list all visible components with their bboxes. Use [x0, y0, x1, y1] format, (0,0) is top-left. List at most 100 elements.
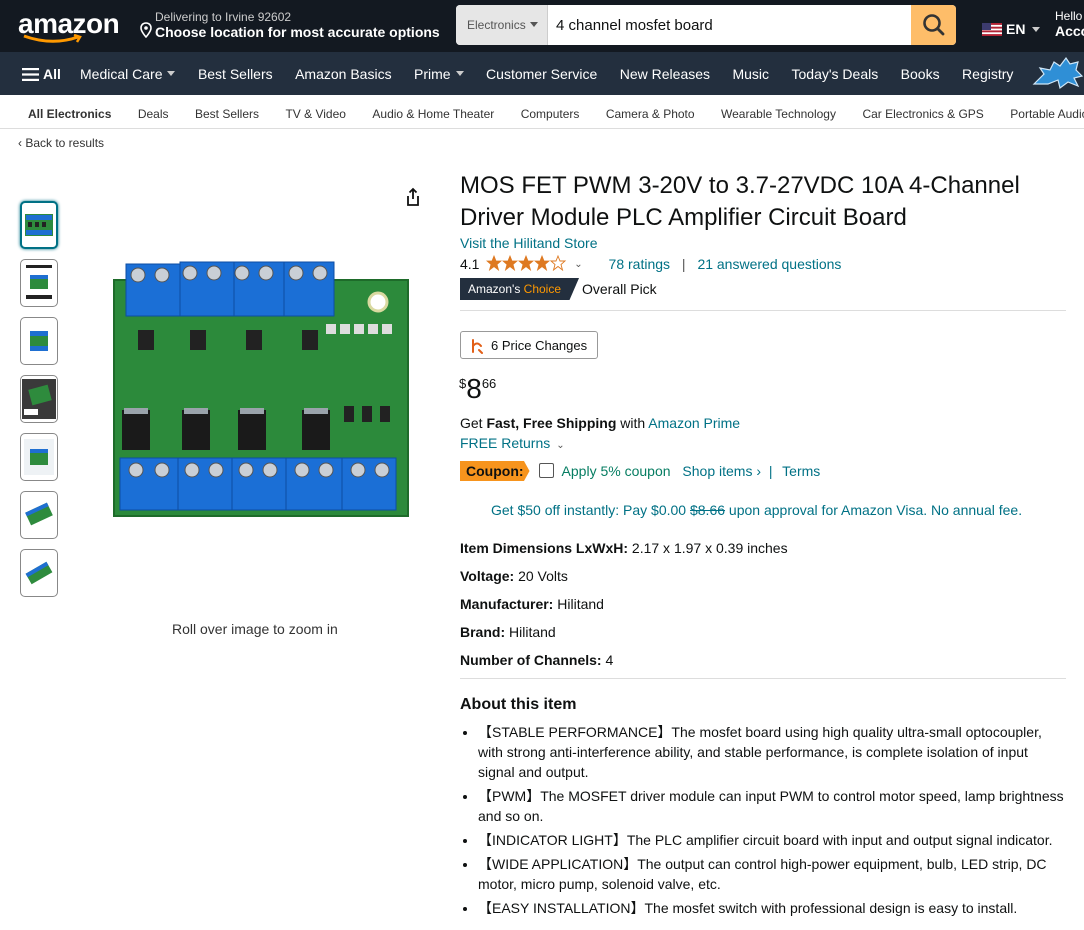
account-menu[interactable]: Hello Acco [1055, 9, 1084, 39]
subnav-item-best-sellers[interactable]: Best Sellers [195, 107, 259, 121]
thumbnail-7[interactable] [20, 549, 58, 597]
ratings-count-link[interactable]: 78 ratings [609, 256, 670, 272]
coupon-checkbox[interactable] [539, 463, 555, 478]
top-nav-bar: amazon Delivering to Irvine 92602 Choose… [0, 0, 1084, 52]
spec-value: 4 [605, 652, 614, 668]
spec-row: Manufacturer: Hilitand [460, 596, 788, 624]
nav-item-todays-deals[interactable]: Today's Deals [792, 66, 879, 82]
all-menu-button[interactable]: All [22, 66, 61, 82]
hello-label: Hello [1055, 9, 1083, 23]
star-rating-icon[interactable] [486, 255, 568, 271]
rating-value: 4.1 [460, 256, 480, 272]
sub-nav-items: All Electronics Deals Best Sellers TV & … [28, 105, 1084, 123]
thumbnail-3[interactable] [20, 317, 58, 365]
lions-logo-icon[interactable] [1030, 54, 1084, 92]
spec-row: Number of Channels: 4 [460, 652, 788, 680]
amazons-choice-label: Amazon's Choice [460, 278, 580, 300]
spec-value: Hilitand [509, 624, 556, 640]
search-icon [923, 14, 945, 36]
share-icon[interactable] [402, 186, 424, 208]
search-button[interactable] [911, 5, 956, 45]
nav-item-prime[interactable]: Prime [414, 66, 464, 82]
subnav-item-tv-video[interactable]: TV & Video [285, 107, 345, 121]
nav-item-amazon-basics[interactable]: Amazon Basics [295, 66, 391, 82]
shipping-info: Get Fast, Free Shipping with Amazon Prim… [460, 415, 740, 431]
search-bar: Electronics [456, 5, 956, 45]
nav-item-registry[interactable]: Registry [962, 66, 1013, 82]
nav-item-best-sellers[interactable]: Best Sellers [198, 66, 273, 82]
thumbnail-6[interactable] [20, 491, 58, 539]
spec-label: Brand: [460, 624, 506, 640]
store-link[interactable]: Visit the Hilitand Store [460, 235, 597, 251]
nav-item-music[interactable]: Music [732, 66, 769, 82]
nav-item-books[interactable]: Books [901, 66, 940, 82]
visa-offer-link[interactable]: Get $50 off instantly: Pay $0.00 $8.66 u… [491, 502, 1022, 518]
nav-item-customer-service[interactable]: Customer Service [486, 66, 597, 82]
subnav-item-portable-audio[interactable]: Portable Audio [1010, 107, 1084, 121]
main-nav-bar: All Medical Care Best Sellers Amazon Bas… [0, 52, 1084, 95]
spec-value: Hilitand [557, 596, 604, 612]
spec-row: Item Dimensions LxWxH: 2.17 x 1.97 x 0.3… [460, 540, 788, 568]
price-fraction: 66 [481, 376, 497, 391]
spec-label: Number of Channels: [460, 652, 602, 668]
terms-link[interactable]: Terms [782, 463, 820, 479]
price-currency: $ [459, 376, 467, 391]
deliver-line-2: Choose location for most accurate option… [155, 24, 440, 40]
language-selector[interactable]: EN [982, 21, 1041, 37]
apply-coupon-label[interactable]: Apply 5% coupon [562, 463, 671, 479]
language-label: EN [1006, 21, 1026, 37]
free-returns[interactable]: FREE Returns ⌄ [460, 435, 565, 451]
visa-offer-strike: $8.66 [689, 502, 726, 518]
location-pin-icon [140, 22, 152, 38]
chevron-down-icon: ⌄ [556, 440, 565, 451]
subnav-item-camera-photo[interactable]: Camera & Photo [606, 107, 695, 121]
subnav-item-computers[interactable]: Computers [521, 107, 580, 121]
about-heading: About this item [460, 696, 577, 713]
shop-items-link[interactable]: Shop items › [682, 463, 761, 479]
spec-row: Brand: Hilitand [460, 624, 788, 652]
free-returns-link[interactable]: FREE Returns [460, 435, 550, 451]
thumbnail-1[interactable] [20, 201, 58, 249]
subnav-item-wearable-technology[interactable]: Wearable Technology [721, 107, 836, 121]
subnav-item-deals[interactable]: Deals [138, 107, 169, 121]
hamburger-icon [22, 68, 39, 81]
nav-item-new-releases[interactable]: New Releases [620, 66, 710, 82]
chevron-down-icon [530, 22, 538, 27]
subnav-item-audio-home-theater[interactable]: Audio & Home Theater [372, 107, 494, 121]
thumbnail-strip [20, 201, 58, 607]
price-changes-button[interactable]: 6 Price Changes [460, 331, 599, 359]
about-bullet: 【WIDE APPLICATION】The output can control… [478, 854, 1066, 894]
shipping-with: with [616, 415, 649, 431]
amazon-prime-link[interactable]: Amazon Prime [648, 415, 740, 431]
overall-pick-label: Overall Pick [582, 281, 657, 297]
sub-nav-bar: All Electronics Deals Best Sellers TV & … [0, 95, 1084, 129]
rating-row: 4.1 ⌄ 78 ratings | 21 answered questions [460, 255, 841, 272]
badge-suffix: Choice [523, 282, 562, 296]
rating-separator: | [681, 256, 686, 272]
back-to-results-link[interactable]: ‹ Back to results [18, 136, 104, 150]
thumbnail-5[interactable] [20, 433, 58, 481]
product-title: MOS FET PWM 3-20V to 3.7-27VDC 10A 4-Cha… [460, 172, 1020, 231]
search-category-label: Electronics [467, 18, 526, 32]
chevron-down-icon[interactable]: ⌄ [574, 259, 582, 270]
spec-row: Voltage: 20 Volts [460, 568, 788, 596]
price-history-icon [472, 339, 483, 354]
answered-questions-link[interactable]: 21 answered questions [697, 256, 841, 272]
product-main-image[interactable] [112, 258, 410, 518]
subnav-item-car-electronics-gps[interactable]: Car Electronics & GPS [862, 107, 983, 121]
account-label: Acco [1055, 23, 1084, 39]
about-bullet: 【PWM】The MOSFET driver module can input … [478, 786, 1066, 826]
subnav-item-all-electronics[interactable]: All Electronics [28, 107, 111, 121]
spec-label: Manufacturer: [460, 596, 554, 612]
price-changes-label: 6 Price Changes [491, 338, 588, 353]
thumbnail-2[interactable] [20, 259, 58, 307]
search-input[interactable] [548, 5, 911, 45]
coupon-tag: Coupon: [460, 461, 530, 481]
price-whole: 8 [466, 373, 482, 404]
thumbnail-4[interactable] [20, 375, 58, 423]
us-flag-icon [982, 23, 1002, 36]
search-category-select[interactable]: Electronics [456, 5, 548, 45]
logo-smile-icon [23, 34, 82, 43]
about-bullet: 【EASY INSTALLATION】The mosfet switch wit… [478, 898, 1066, 918]
nav-item-medical-care[interactable]: Medical Care [80, 66, 175, 82]
